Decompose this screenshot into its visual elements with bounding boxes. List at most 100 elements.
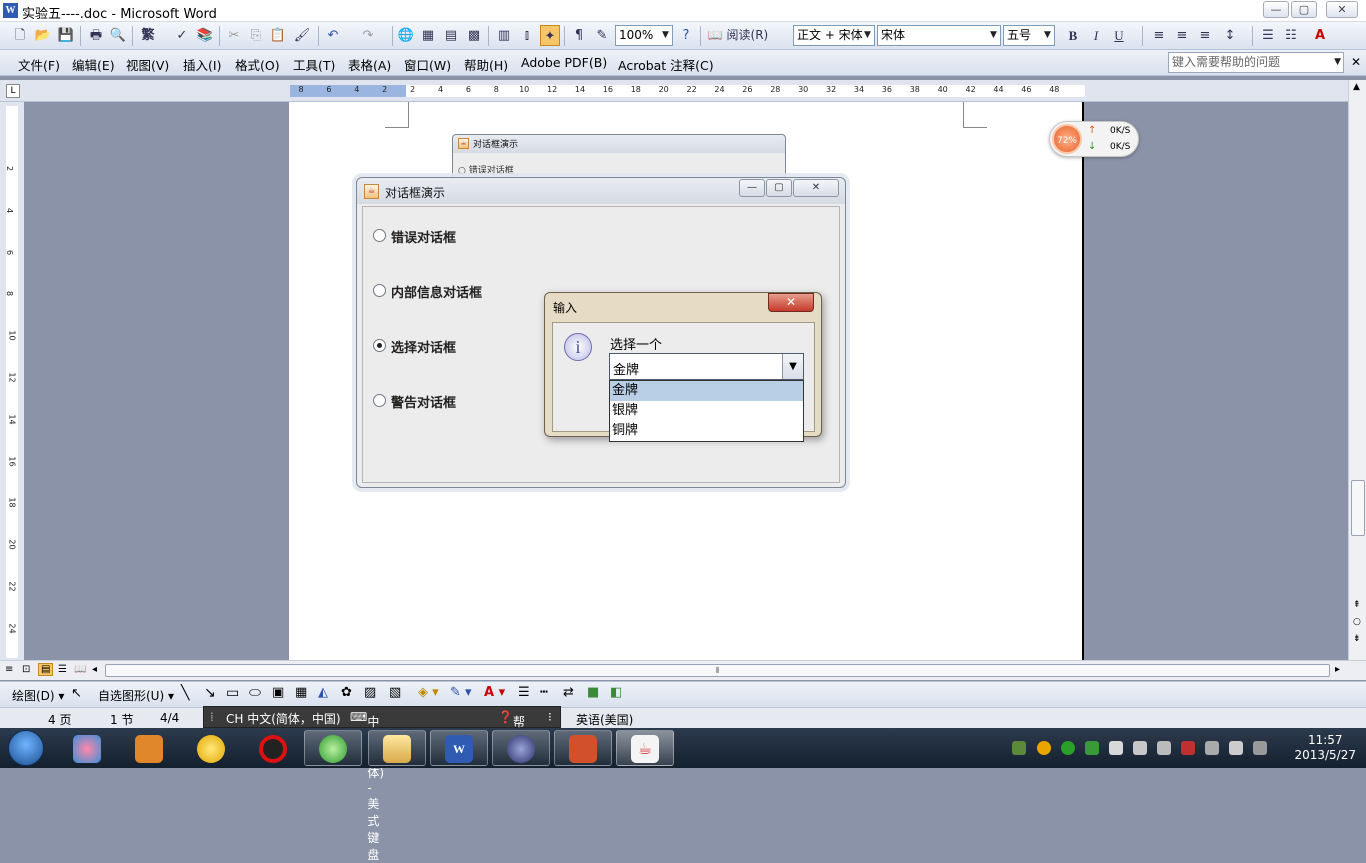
chevron-down-icon[interactable]: ▼ [782, 354, 803, 379]
select-browse-object-icon[interactable]: ○ [1353, 617, 1361, 627]
dropdown-option-bronze[interactable]: 铜牌 [610, 421, 803, 441]
line-color-icon[interactable]: ✎ ▾ [450, 685, 472, 700]
wordart-icon[interactable]: ▦ [295, 685, 307, 700]
input-dialog-close-button[interactable]: ✕ [768, 293, 814, 312]
font-color-icon[interactable]: A ▾ [484, 685, 505, 700]
system-clock[interactable]: 11:57 2013/5/27 [1294, 733, 1356, 763]
line-style-icon[interactable]: ☰ [518, 685, 530, 700]
columns-icon[interactable]: ▥ [494, 25, 514, 46]
open-folder-icon[interactable]: 📂 [33, 25, 53, 46]
scroll-left-icon[interactable]: ◂ [92, 664, 97, 675]
ime-keyboard[interactable]: ⌨ 中文(简体) - 美式键盘 [350, 710, 384, 862]
redo-icon[interactable]: ↷ [358, 25, 378, 46]
new-document-icon[interactable]: 🗋 [10, 25, 30, 46]
radio-error-dialog-label[interactable]: 错误对话框 [391, 227, 456, 246]
font-combo[interactable]: 宋体 ▼ [877, 25, 1001, 46]
minimize-button[interactable]: — [1263, 1, 1289, 18]
save-icon[interactable]: 💾 [56, 25, 76, 46]
dialog-minimize-button[interactable]: — [739, 179, 765, 197]
bullets-icon[interactable]: ☷ [1281, 25, 1301, 46]
align-center-icon[interactable]: ≡ [1172, 25, 1192, 46]
close-button[interactable]: ✕ [1326, 1, 1358, 18]
radio-internal-info-dialog[interactable] [373, 284, 386, 297]
autoshapes-menu-button[interactable]: 自选图形(U) ▾ [98, 687, 174, 704]
select-objects-icon[interactable]: ↖ [71, 686, 82, 701]
fill-color-icon[interactable]: ◈ ▾ [418, 685, 439, 700]
insert-excel-icon[interactable]: ▩ [464, 25, 484, 46]
print-icon[interactable]: 🖶 [86, 25, 106, 46]
menu-edit[interactable]: 编辑(E) [72, 55, 115, 74]
menu-tools[interactable]: 工具(T) [293, 55, 335, 74]
text-box-icon[interactable]: ▣ [272, 685, 284, 700]
dropdown-option-silver[interactable]: 银牌 [610, 401, 803, 421]
vertical-scrollbar[interactable]: ▲ ⇞ ○ ⇟ [1348, 80, 1366, 660]
dropdown-option-gold[interactable]: 金牌 [610, 381, 803, 401]
undo-icon[interactable]: ↶ [323, 25, 343, 46]
picture-icon[interactable]: ▨ [364, 685, 376, 700]
ime-grip-icon[interactable]: ⁞ [210, 710, 214, 724]
shadow-style-icon[interactable]: ■ [587, 685, 599, 700]
format-painter-icon[interactable]: 🖌 [292, 25, 312, 46]
draw-menu-button[interactable]: 绘图(D) ▾ [12, 687, 64, 704]
read-button[interactable]: 📖 阅读(R) [706, 25, 770, 46]
drawing-icon[interactable]: ⫾ [517, 25, 537, 46]
oval-icon[interactable]: ⬭ [249, 685, 261, 701]
numbering-icon[interactable]: ☰ [1258, 25, 1278, 46]
maximize-button[interactable]: ▢ [1291, 1, 1317, 18]
tray-mute-icon[interactable] [1229, 741, 1243, 755]
tray-device-icon[interactable] [1205, 741, 1219, 755]
arrow-icon[interactable]: ↘ [204, 685, 216, 701]
cut-icon[interactable]: ✂ [224, 25, 244, 46]
font-color-button[interactable]: A [1310, 25, 1330, 46]
web-view-icon[interactable]: ⊡ [22, 664, 30, 675]
radio-warning-dialog-label[interactable]: 警告对话框 [391, 392, 456, 411]
choice-combo-box[interactable]: 金牌 ▼ [609, 353, 804, 380]
tables-borders-icon[interactable]: ▦ [418, 25, 438, 46]
dialog-maximize-button[interactable]: ▢ [766, 179, 792, 197]
taskbar-eclipse[interactable] [492, 730, 550, 766]
tray-signal-icon[interactable] [1253, 741, 1267, 755]
insert-image-icon[interactable]: ▧ [389, 685, 401, 700]
scroll-thumb[interactable] [1351, 480, 1365, 536]
ime-mode[interactable]: CH 中文(简体，中国) [226, 710, 341, 727]
diagram-icon[interactable]: ◭ [318, 685, 328, 700]
zoom-combo[interactable]: 100% ▼ [615, 25, 673, 46]
dialog-close-button[interactable]: ✕ [793, 179, 839, 197]
arrow-style-icon[interactable]: ⇄ [563, 685, 574, 700]
clip-art-icon[interactable]: ✿ [341, 685, 352, 700]
horizontal-scroll-thumb[interactable]: ⦀ [105, 664, 1330, 677]
dialog-demo-titlebar[interactable]: ☕ 对话框演示 — ▢ ✕ [357, 178, 845, 204]
spelling-icon[interactable]: ✓ [172, 25, 192, 46]
taskbar-word[interactable]: W [430, 730, 488, 766]
traditional-chinese-button[interactable]: 繁 [138, 25, 158, 46]
help-search-input[interactable]: 键入需要帮助的问题 ▼ [1168, 52, 1344, 73]
tray-star-icon[interactable] [1037, 741, 1051, 755]
menu-format[interactable]: 格式(O) [235, 55, 280, 74]
reading-view-icon[interactable]: 📖 [74, 664, 86, 675]
menu-file[interactable]: 文件(F) [18, 55, 60, 74]
tray-flag-icon[interactable] [1133, 741, 1147, 755]
taskbar-app-4[interactable] [244, 730, 302, 766]
tray-qq-icon[interactable] [1181, 741, 1195, 755]
tab-selector-icon[interactable]: L [6, 84, 20, 98]
taskbar-app-1[interactable] [58, 730, 116, 766]
paste-icon[interactable]: 📋 [268, 25, 288, 46]
insert-table-icon[interactable]: ▤ [441, 25, 461, 46]
italic-button[interactable]: I [1086, 25, 1106, 46]
radio-warning-dialog[interactable] [373, 394, 386, 407]
scroll-right-icon[interactable]: ▸ [1335, 664, 1340, 675]
horizontal-ruler[interactable]: L 8 6 4 2 2 4 6 8 10 12 14 16 18 20 22 24 26 28 30 32 34 36 38… [0, 80, 1366, 102]
radio-choice-dialog-label[interactable]: 选择对话框 [391, 337, 456, 356]
tray-shield-icon[interactable] [1085, 741, 1099, 755]
help-icon[interactable]: ? [676, 25, 696, 46]
close-document-icon[interactable]: ✕ [1351, 55, 1361, 69]
ime-options-icon[interactable]: ⁝ [548, 710, 552, 724]
taskbar-explorer[interactable] [368, 730, 426, 766]
underline-button[interactable]: U [1109, 25, 1129, 46]
3d-style-icon[interactable]: ◧ [610, 685, 622, 700]
menu-view[interactable]: 视图(V) [126, 55, 169, 74]
bold-button[interactable]: B [1063, 25, 1083, 46]
document-map-icon[interactable]: ✦ [540, 25, 560, 46]
tray-volume-icon[interactable] [1157, 741, 1171, 755]
tray-app-icon[interactable] [1012, 741, 1026, 755]
